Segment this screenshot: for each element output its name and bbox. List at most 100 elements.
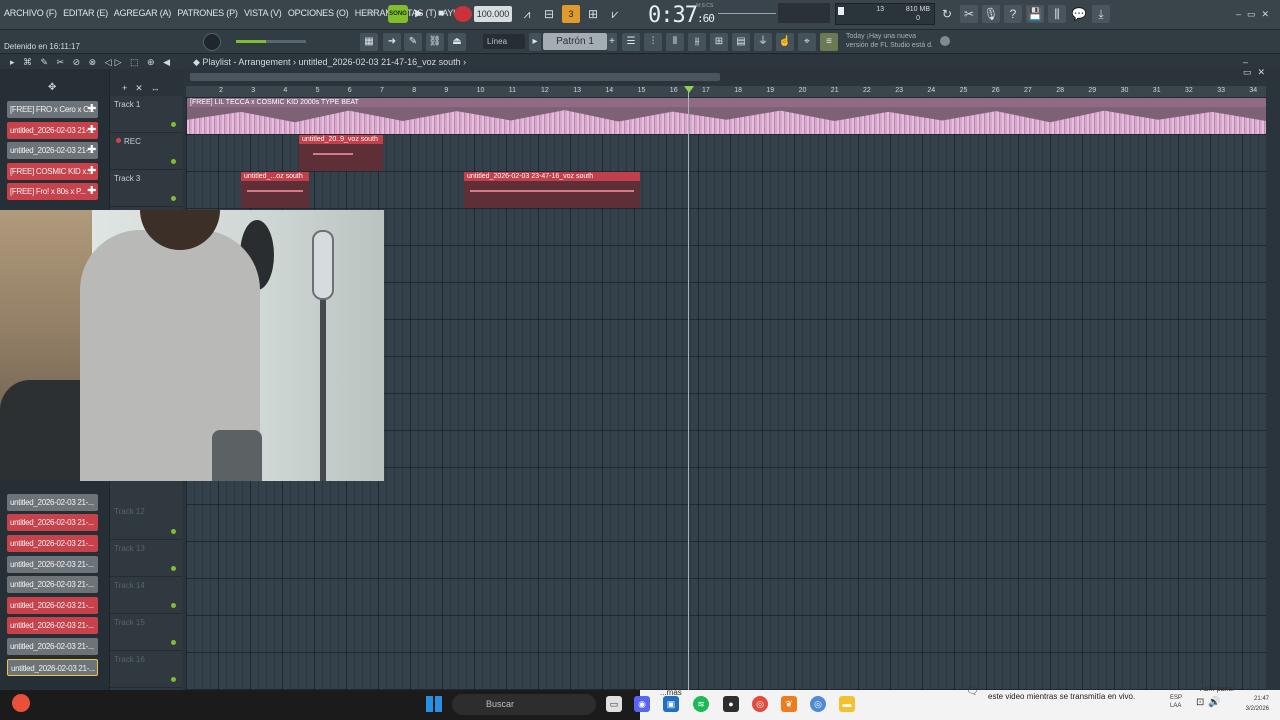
- track-header-16[interactable]: Track 16: [110, 651, 182, 688]
- notification-text[interactable]: este video mientras se transmitía en viv…: [988, 692, 1135, 701]
- menu-patrones[interactable]: PATRONES (P): [177, 8, 237, 18]
- piano-icon[interactable]: ▦: [360, 33, 378, 51]
- windows-start-icon[interactable]: [426, 696, 442, 712]
- picker-clip[interactable]: untitled_2026-02-03 21-...: [7, 556, 98, 573]
- language-indicator[interactable]: ESP LAA: [1170, 694, 1182, 710]
- file-explorer-icon[interactable]: ▬: [839, 696, 855, 712]
- rec-dot-icon[interactable]: [116, 138, 121, 143]
- track-header-15[interactable]: Track 15: [110, 614, 182, 651]
- picker-clip[interactable]: untitled_2026-02-03 21-... ✚: [7, 122, 98, 139]
- picker-clip[interactable]: untitled_2026-02-03 21-...: [7, 514, 98, 531]
- playlist-tool-icons[interactable]: ▸ ⌘ ✎ ✂ ⊘ ⊗ ◁▷ ⬚ ⊕ ◀: [10, 57, 173, 68]
- mic-icon[interactable]: 🎙: [982, 5, 1000, 23]
- audio-clip-voice-4[interactable]: untitled_2026-02-03 23-47-16_voz south: [464, 172, 640, 208]
- chrome-profile-icon[interactable]: ◎: [810, 696, 826, 712]
- audio-clip-voice-3[interactable]: untitled_...oz south: [241, 172, 309, 208]
- track-header-2[interactable]: REC: [110, 133, 182, 170]
- picker-arrows-icon[interactable]: ✥: [48, 82, 56, 93]
- chrome-icon[interactable]: ◎: [752, 696, 768, 712]
- chat-bubble-icon[interactable]: 🗨: [966, 686, 979, 697]
- pattern-add-icon[interactable]: +: [607, 33, 617, 51]
- channel-rack-icon[interactable]: ⫶: [644, 33, 662, 51]
- loop-icon[interactable]: ◌: [362, 5, 380, 23]
- picker-clip[interactable]: untitled_2026-02-03 21-...: [7, 535, 98, 552]
- audio-clip-voice-2[interactable]: untitled_20..9_voz south: [299, 135, 383, 171]
- picker-clip[interactable]: [FREE] FRO x Cero x C... ✚: [7, 101, 98, 118]
- spotify-icon[interactable]: ≋: [693, 696, 709, 712]
- discord-icon[interactable]: ◉: [634, 696, 650, 712]
- wait-input-icon[interactable]: ⊟: [540, 5, 558, 23]
- picker-clip[interactable]: [FREE] COSMIC KID x... ✚: [7, 163, 98, 180]
- news-icon[interactable]: ≡: [820, 33, 838, 51]
- piano-roll-icon[interactable]: ⫵: [688, 33, 706, 51]
- obs-icon[interactable]: ●: [723, 696, 739, 712]
- playhead-line[interactable]: [688, 86, 689, 690]
- track-header-12[interactable]: Track 12: [110, 503, 182, 540]
- track-enable-dot[interactable]: [171, 566, 176, 571]
- pattern-prev-icon[interactable]: ▸: [529, 33, 541, 51]
- blend-notes-icon[interactable]: ⊞: [584, 5, 602, 23]
- fl-studio-icon[interactable]: ❦: [781, 696, 797, 712]
- clip-add-icon[interactable]: ✚: [87, 122, 96, 139]
- menu-editar[interactable]: EDITAR (E): [63, 8, 108, 18]
- track-enable-dot[interactable]: [171, 122, 176, 127]
- countdown-icon[interactable]: 3: [562, 5, 580, 23]
- weather-icon[interactable]: [12, 694, 30, 712]
- arrow-right-icon[interactable]: ➜: [383, 33, 401, 51]
- track-enable-dot[interactable]: [171, 159, 176, 164]
- task-view-icon[interactable]: ▭: [606, 696, 622, 712]
- picker-clip[interactable]: untitled_2026-02-03 21-...: [7, 617, 98, 634]
- picker-clip[interactable]: untitled_2026-02-03 21-...: [7, 659, 98, 676]
- mixer-window-icon[interactable]: ⫴: [666, 33, 684, 51]
- metronome-icon[interactable]: ⩘: [518, 5, 536, 23]
- record-button[interactable]: [454, 6, 472, 22]
- pattern-select[interactable]: Patrón 1: [543, 33, 607, 50]
- browser-icon[interactable]: ⊞: [710, 33, 728, 51]
- plugin-icon[interactable]: ▤: [732, 33, 750, 51]
- stop-button[interactable]: ■: [432, 5, 450, 23]
- picker-clip[interactable]: untitled_2026-02-03 21-...: [7, 597, 98, 614]
- chat-icon[interactable]: 💬: [1070, 5, 1088, 23]
- track-enable-dot[interactable]: [171, 677, 176, 682]
- store-icon[interactable]: ▣: [663, 696, 679, 712]
- download-icon[interactable]: ⤓: [1092, 5, 1110, 23]
- clip-add-icon[interactable]: ✚: [87, 142, 96, 159]
- save-icon[interactable]: 💾: [1026, 5, 1044, 23]
- track-header-14[interactable]: Track 14: [110, 577, 182, 614]
- menu-vista[interactable]: VISTA (V): [244, 8, 282, 18]
- track-header-1[interactable]: Track 1: [110, 96, 182, 133]
- menu-opciones[interactable]: OPCIONES (O): [288, 8, 349, 18]
- track-enable-dot[interactable]: [171, 196, 176, 201]
- menu-archivo[interactable]: ARCHIVO (F): [4, 8, 57, 18]
- menu-agregar[interactable]: AGREGAR (A): [114, 8, 172, 18]
- loop-record-icon[interactable]: ⩗: [606, 5, 624, 23]
- link-icon[interactable]: ⛓: [426, 33, 444, 51]
- system-tray-icons[interactable]: ⊡🔊: [1196, 697, 1225, 708]
- track-enable-dot[interactable]: [171, 529, 176, 534]
- picker-clip[interactable]: untitled_2026-02-03 21-...: [7, 638, 98, 655]
- track-tools-icons[interactable]: +✕↔: [122, 83, 168, 94]
- mixer-icon[interactable]: ⫼: [1048, 5, 1066, 23]
- master-volume-slider[interactable]: [718, 13, 776, 14]
- help-icon[interactable]: ?: [1004, 5, 1022, 23]
- picker-clip[interactable]: untitled_2026-02-03 21-...: [7, 576, 98, 593]
- undo-history-icon[interactable]: ↻: [938, 5, 956, 23]
- system-clock[interactable]: 21:47 3/2/2026: [1233, 694, 1269, 714]
- plug-icon[interactable]: ⏚: [754, 33, 772, 51]
- open-panel-label[interactable]: Abrir panel: [1200, 686, 1234, 693]
- track-enable-dot[interactable]: [171, 640, 176, 645]
- main-volume-knob[interactable]: [203, 33, 221, 51]
- tag-icon[interactable]: ⌖: [798, 33, 816, 51]
- playlist-window-controls[interactable]: –▭✕: [1243, 57, 1280, 78]
- brush-icon[interactable]: ✎: [404, 33, 422, 51]
- picker-clip[interactable]: [FREE] Fro! x 80s x P... ✚: [7, 183, 98, 200]
- picker-clip[interactable]: untitled_2026-02-03 21-... ✚: [7, 142, 98, 159]
- play-button[interactable]: ▶: [410, 5, 428, 23]
- news-ticker[interactable]: Today ¡Hay una nueva versión de FL Studi…: [846, 32, 941, 50]
- track-enable-dot[interactable]: [171, 603, 176, 608]
- playhead-marker[interactable]: [684, 86, 694, 93]
- track-header-13[interactable]: Track 13: [110, 540, 182, 577]
- playlist-arrow-icon[interactable]: ◆: [193, 57, 202, 67]
- song-mode-button[interactable]: SONG: [388, 5, 408, 23]
- track-header-3[interactable]: Track 3: [110, 170, 182, 207]
